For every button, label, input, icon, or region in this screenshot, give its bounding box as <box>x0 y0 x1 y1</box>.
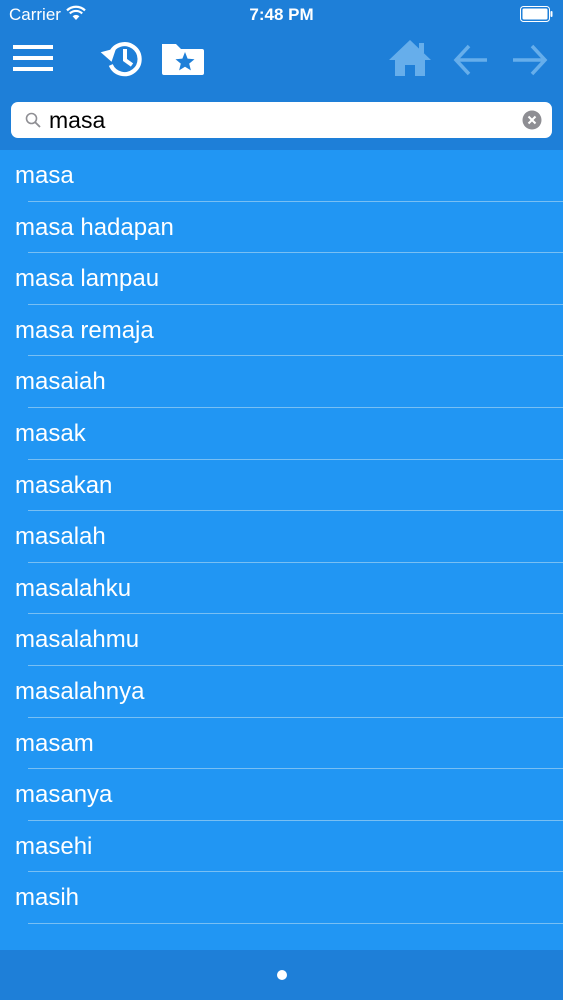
page-indicator-dot[interactable] <box>277 970 287 980</box>
status-time: 7:48 PM <box>249 5 314 24</box>
menu-icon <box>13 45 53 71</box>
result-item[interactable]: masa <box>0 150 563 202</box>
menu-button[interactable] <box>13 43 53 73</box>
result-word: masa hadapan <box>15 213 174 241</box>
battery-icon <box>520 6 553 22</box>
result-item[interactable]: masa remaja <box>0 305 563 357</box>
result-item[interactable]: masanya <box>0 769 563 821</box>
result-word: masih <box>15 884 80 912</box>
result-item[interactable]: masa lampau <box>0 253 563 305</box>
result-item[interactable]: masalahku <box>0 563 563 615</box>
result-word: masa <box>15 162 74 189</box>
result-word: masaiah <box>15 368 106 396</box>
result-item[interactable]: masih <box>0 872 563 924</box>
result-word: masakan <box>15 471 113 499</box>
search-input[interactable] <box>49 104 509 136</box>
result-word: masa lampau <box>15 265 160 293</box>
result-word: masalah <box>15 523 106 551</box>
result-word: masalahku <box>15 574 132 602</box>
history-button[interactable] <box>100 38 146 80</box>
separator <box>28 922 563 924</box>
result-item[interactable]: masak <box>0 408 563 460</box>
back-arrow-icon <box>453 44 487 76</box>
result-item[interactable]: masakan <box>0 460 563 512</box>
result-list: masa masa hadapan masa lampau masa remaj… <box>0 150 563 924</box>
result-item[interactable]: masa hadapan <box>0 202 563 254</box>
result-word: masalahnya <box>15 677 145 705</box>
header: Carrier 7:48 PM <box>0 0 563 150</box>
home-button[interactable] <box>388 38 432 80</box>
result-word: masanya <box>15 781 113 809</box>
history-icon <box>100 42 142 77</box>
status-bar: Carrier 7:48 PM <box>0 0 563 30</box>
search-box <box>11 102 552 138</box>
result-word: masehi <box>15 832 93 860</box>
back-button[interactable] <box>452 40 490 80</box>
clear-search-icon[interactable] <box>522 110 542 130</box>
result-word: masak <box>15 419 86 447</box>
result-item[interactable]: masalah <box>0 511 563 563</box>
result-word: masam <box>15 729 94 757</box>
result-word: masalahmu <box>15 626 140 654</box>
home-icon <box>389 40 431 76</box>
result-item[interactable]: masalahmu <box>0 614 563 666</box>
result-item[interactable]: masalahnya <box>0 666 563 718</box>
result-item[interactable]: masam <box>0 718 563 770</box>
result-word: masa remaja <box>15 316 154 344</box>
favorites-button[interactable] <box>160 38 206 78</box>
bottom-bar <box>0 950 563 1000</box>
favorites-folder-icon <box>162 44 204 75</box>
search-icon <box>25 112 41 128</box>
result-item[interactable]: masehi <box>0 821 563 873</box>
forward-button[interactable] <box>510 40 550 80</box>
forward-arrow-icon <box>513 44 548 76</box>
result-item[interactable]: masaiah <box>0 356 563 408</box>
